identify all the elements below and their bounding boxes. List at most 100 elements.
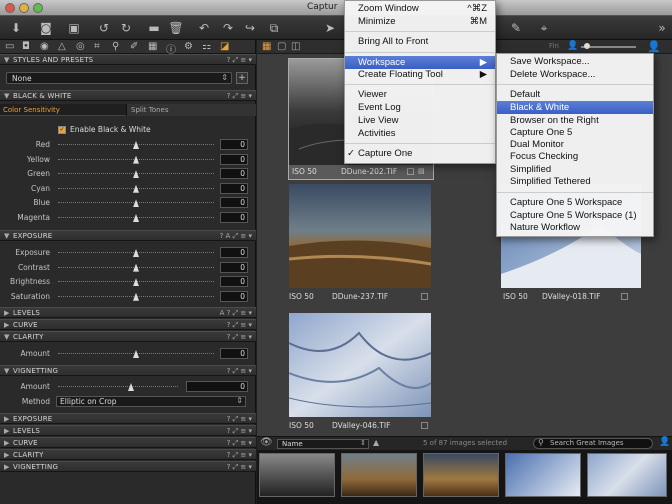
section-collapsed-exposure[interactable]: ▶ EXPOSURE? ⤢ ≡ ▾ bbox=[0, 413, 256, 424]
menu-create-floating-tool[interactable]: Create Floating Tool ▶ bbox=[345, 68, 495, 81]
crop-tab-icon[interactable]: ⌗ bbox=[94, 41, 100, 52]
section-collapsed-vignetting[interactable]: ▶ VIGNETTING? ⤢ ≡ ▾ bbox=[0, 461, 256, 472]
menu-activities[interactable]: Activities bbox=[345, 127, 495, 140]
slider-knob[interactable] bbox=[133, 199, 139, 208]
workspace-item-capture-one-5-workspace[interactable]: Capture One 5 Workspace bbox=[497, 196, 653, 209]
exposure-exposure-value[interactable]: 0 bbox=[220, 247, 248, 258]
thumb-edit-icon[interactable]: ▤ bbox=[418, 167, 425, 175]
import-icon[interactable]: ⬇ bbox=[8, 20, 24, 36]
search-tab-icon[interactable]: ⚲ bbox=[112, 41, 119, 52]
tab-split-tones[interactable]: Split Tones bbox=[126, 104, 256, 116]
overflow-icon[interactable]: » bbox=[654, 20, 670, 36]
folder-tab-icon[interactable]: ▭ bbox=[5, 41, 14, 52]
bw-yellow-slider[interactable] bbox=[58, 155, 214, 164]
thumb-flag-icon[interactable] bbox=[421, 422, 428, 429]
section-exposure[interactable]: ▼ EXPOSURE? A ⤢ ≡ ▾ bbox=[0, 230, 256, 241]
bw-cyan-slider[interactable] bbox=[58, 184, 214, 193]
bw-green-slider[interactable] bbox=[58, 170, 214, 179]
capture-icon[interactable]: ◙ bbox=[38, 20, 54, 36]
undo-icon[interactable]: ↶ bbox=[196, 20, 212, 36]
eye-icon[interactable]: 👁 bbox=[260, 437, 273, 448]
cursor-icon[interactable]: ➤ bbox=[322, 20, 338, 36]
vignetting-amount-slider[interactable] bbox=[58, 383, 178, 391]
thumbnail-dvalley-046[interactable]: ISO 50 DValley-046.TIF bbox=[289, 313, 431, 433]
slider-knob[interactable] bbox=[133, 170, 139, 179]
slider-knob[interactable] bbox=[133, 350, 139, 358]
workspace-item-default[interactable]: Default bbox=[497, 88, 653, 101]
camera-tab-icon[interactable]: ◘ bbox=[22, 41, 30, 52]
workspace-item-focus-checking[interactable]: Focus Checking bbox=[497, 150, 653, 163]
exposure-contrast-slider[interactable] bbox=[58, 263, 214, 272]
workspace-item-nature-workflow[interactable]: Nature Workflow bbox=[497, 221, 653, 234]
forward-icon[interactable]: ↪ bbox=[242, 20, 258, 36]
clarity-amount-slider[interactable] bbox=[58, 350, 214, 358]
menu-minimize[interactable]: Minimize ⌘M bbox=[345, 15, 495, 28]
slider-knob[interactable] bbox=[133, 155, 139, 164]
bw-green-value[interactable]: 0 bbox=[220, 168, 248, 180]
exposure-contrast-value[interactable]: 0 bbox=[220, 261, 248, 273]
slider-knob[interactable] bbox=[133, 141, 139, 149]
workspace-item-black-white[interactable]: Black & White bbox=[497, 101, 653, 114]
filmstrip-thumb[interactable] bbox=[341, 453, 417, 497]
new-folder-icon[interactable]: ▬ bbox=[146, 20, 162, 36]
section-styles-presets[interactable]: ▼ STYLES AND PRESETS? ⤢ ≡ ▾ bbox=[0, 54, 256, 65]
search-input[interactable]: ⚲ Search Great Images bbox=[533, 438, 653, 449]
thumb-flag-icon[interactable] bbox=[621, 293, 628, 300]
redo-icon[interactable]: ↷ bbox=[220, 20, 236, 36]
workspace-item-delete-workspace[interactable]: Delete Workspace... bbox=[497, 68, 653, 81]
menu-zoom-window[interactable]: Zoom Window ^⌘Z bbox=[345, 2, 495, 15]
exposure-tab-icon[interactable]: △ bbox=[58, 41, 66, 52]
section-collapsed-levels[interactable]: ▶ LEVELS? ⤢ ≡ ▾ bbox=[0, 425, 256, 436]
bw-red-slider[interactable] bbox=[58, 141, 214, 149]
tool-icon[interactable]: ⌖ bbox=[536, 20, 552, 36]
thumbnail-ddune-237[interactable]: ISO 50 DDune-237.TIF bbox=[289, 184, 431, 304]
slider-knob[interactable] bbox=[133, 278, 139, 287]
thumb-flag-icon[interactable] bbox=[407, 168, 414, 175]
bw-blue-slider[interactable] bbox=[58, 199, 214, 208]
exposure-brightness-value[interactable]: 0 bbox=[220, 276, 248, 288]
preview-icon[interactable]: ▣ bbox=[66, 20, 82, 36]
picker-icon[interactable]: ✎ bbox=[508, 20, 524, 36]
sort-direction-icon[interactable]: ▲ bbox=[373, 438, 379, 447]
grid-view-icon[interactable]: ▦ bbox=[262, 41, 271, 52]
slider-knob[interactable] bbox=[133, 214, 139, 222]
batch-tab-icon[interactable]: ⚏ bbox=[202, 41, 211, 52]
menu-viewer[interactable]: Viewer bbox=[345, 88, 495, 101]
section-curve[interactable]: ▶ CURVE? ⤢ ≡ ▾ bbox=[0, 319, 256, 330]
section-collapsed-clarity[interactable]: ▶ CLARITY? ⤢ ≡ ▾ bbox=[0, 449, 256, 460]
zoom-window-button[interactable] bbox=[33, 3, 43, 13]
trash-icon[interactable]: 🗑 bbox=[168, 20, 184, 36]
brush-tab-icon[interactable]: ✐ bbox=[130, 41, 138, 52]
rotate-right-icon[interactable]: ↻ bbox=[118, 20, 134, 36]
user-icon[interactable]: 👤 bbox=[567, 41, 578, 51]
menu-capture-one[interactable]: ✓ Capture One bbox=[345, 147, 495, 160]
bw-red-value[interactable]: 0 bbox=[220, 139, 248, 150]
minimize-window-button[interactable] bbox=[19, 3, 29, 13]
grid-tab-icon[interactable]: ▦ bbox=[148, 41, 157, 52]
sort-select[interactable]: Name ⇕ bbox=[277, 439, 369, 449]
menu-bring-all-front[interactable]: Bring All to Front bbox=[345, 35, 495, 48]
lens-tab-icon[interactable]: ◎ bbox=[76, 41, 85, 52]
bw-magenta-value[interactable]: 0 bbox=[220, 212, 248, 223]
copy-adjustments-icon[interactable]: ⧉ bbox=[266, 20, 282, 36]
section-vignetting[interactable]: ▼ VIGNETTING? ⤢ ≡ ▾ bbox=[0, 365, 256, 376]
user-icon[interactable]: 👤 bbox=[659, 437, 670, 447]
bw-yellow-value[interactable]: 0 bbox=[220, 153, 248, 165]
settings-tab-icon[interactable]: ⚙ bbox=[184, 41, 193, 52]
close-window-button[interactable] bbox=[5, 3, 15, 13]
zoom-knob[interactable] bbox=[584, 43, 590, 49]
section-black-white[interactable]: ▼ BLACK & WHITE? ⤢ ≡ ▾ bbox=[0, 90, 256, 101]
enable-bw-checkbox[interactable]: ✓ bbox=[58, 126, 66, 134]
single-view-icon[interactable]: ▢ bbox=[277, 41, 286, 52]
filmstrip-thumb[interactable] bbox=[423, 453, 499, 497]
section-levels[interactable]: ▶ LEVELS A ? ⤢ ≡ ▾ bbox=[0, 307, 256, 318]
tab-color-sensitivity[interactable]: Color Sensitivity bbox=[0, 104, 126, 116]
bw-magenta-slider[interactable] bbox=[58, 214, 214, 222]
vignetting-amount-value[interactable]: 0 bbox=[186, 381, 248, 392]
style-select[interactable]: None ⇕ bbox=[6, 72, 232, 84]
thumb-flag-icon[interactable] bbox=[421, 293, 428, 300]
section-clarity[interactable]: ▼ CLARITY? ⤢ ≡ ▾ bbox=[0, 331, 256, 342]
bw-cyan-value[interactable]: 0 bbox=[220, 182, 248, 194]
section-collapsed-curve[interactable]: ▶ CURVE? ⤢ ≡ ▾ bbox=[0, 437, 256, 448]
color-tab-icon[interactable]: ◉ bbox=[40, 41, 49, 52]
